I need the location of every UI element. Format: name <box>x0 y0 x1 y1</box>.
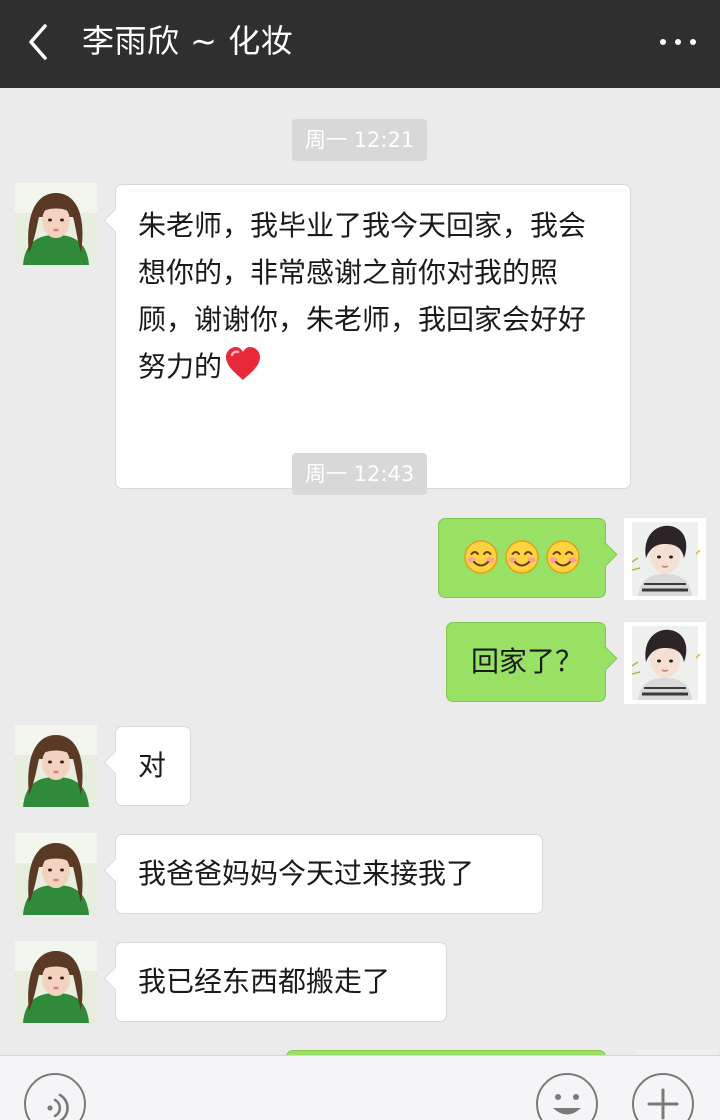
emoji-face-icon[interactable] <box>536 1073 598 1120</box>
message-text: 对 <box>138 749 167 782</box>
plus-icon[interactable] <box>632 1073 694 1120</box>
message-bubble-incoming[interactable]: 我爸爸妈妈今天过来接我了 <box>115 834 543 914</box>
message-list[interactable]: 周一 12:21 朱老师，我毕业了我今天回家，我会想你的，非常感谢之前你对我的照… <box>0 88 720 1055</box>
smiling-face-emoji-icon <box>546 540 580 574</box>
avatar-self[interactable] <box>624 622 706 704</box>
smiling-face-emoji-icon <box>464 540 498 574</box>
input-bar <box>0 1055 720 1120</box>
voice-icon[interactable] <box>24 1073 86 1120</box>
avatar-self[interactable] <box>624 518 706 600</box>
chat-title: 李雨欣 ~ 化妆 <box>82 22 294 60</box>
timestamp: 周一 12:21 <box>292 119 428 161</box>
message-bubble-incoming[interactable]: 我已经东西都搬走了 <box>115 942 447 1022</box>
more-dots-icon[interactable] <box>652 24 704 60</box>
smiling-face-emoji-icon <box>505 540 539 574</box>
avatar-contact[interactable] <box>15 941 97 1023</box>
chevron-left-icon[interactable] <box>24 22 54 62</box>
message-bubble-incoming[interactable]: 对 <box>115 726 191 806</box>
timestamp: 周一 12:43 <box>292 453 428 495</box>
message-bubble-incoming[interactable]: 朱老师，我毕业了我今天回家，我会想你的，非常感谢之前你对我的照顾，谢谢你，朱老师… <box>115 184 631 489</box>
message-text: 朱老师，我毕业了我今天回家，我会想你的，非常感谢之前你对我的照顾，谢谢你，朱老师… <box>138 209 587 383</box>
message-text: 我爸爸妈妈今天过来接我了 <box>138 857 475 890</box>
avatar-contact[interactable] <box>15 833 97 915</box>
chat-header: 李雨欣 ~ 化妆 <box>0 0 720 88</box>
heart-emoji-icon <box>226 347 261 380</box>
avatar-contact[interactable] <box>15 183 97 265</box>
message-text: 回家了？ <box>471 645 584 678</box>
message-bubble-outgoing[interactable]: 回家了？ <box>446 622 606 702</box>
avatar-contact[interactable] <box>15 725 97 807</box>
message-text: 我已经东西都搬走了 <box>138 965 391 998</box>
message-bubble-outgoing[interactable] <box>438 518 606 598</box>
